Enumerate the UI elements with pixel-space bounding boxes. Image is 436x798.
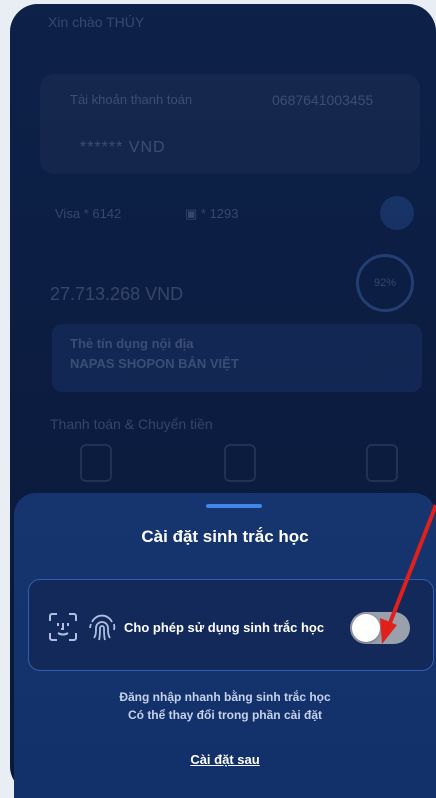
biometric-option-label: Cho phép sử dụng sinh trắc học bbox=[124, 620, 325, 635]
card-visa: Visa * 6142 bbox=[55, 206, 122, 221]
amount-text: 27.713.268 VND bbox=[50, 284, 184, 304]
face-id-icon bbox=[49, 613, 77, 641]
account-label: Tài khoản thanh toán bbox=[70, 92, 193, 107]
card-secondary: ▣ * 1293 bbox=[185, 206, 239, 221]
setup-later-link[interactable]: Cài đặt sau bbox=[14, 752, 436, 767]
sheet-title: Cài đặt sinh trắc học bbox=[141, 527, 309, 546]
biometric-toggle[interactable] bbox=[350, 612, 410, 644]
toggle-knob[interactable] bbox=[352, 614, 380, 642]
description-line-2: Có thể thay đổi trong phần cài đặt bbox=[127, 708, 322, 722]
quick-action-icon bbox=[366, 444, 398, 482]
sheet-drag-handle[interactable] bbox=[206, 504, 262, 508]
description-line-1: Đăng nhập nhanh bằng sinh trắc học bbox=[119, 690, 331, 704]
account-balance: ****** VND bbox=[80, 139, 166, 156]
promo-line-2: NAPAS SHOPON BẢN VIỆT bbox=[70, 356, 239, 371]
progress-ring: 92% bbox=[356, 254, 414, 312]
quick-action-icon bbox=[80, 444, 112, 482]
progress-text: 92% bbox=[373, 277, 397, 289]
promo-line-1: Thẻ tín dụng nội địa bbox=[70, 336, 194, 351]
greeting-text: Xin chào THÚY bbox=[48, 14, 145, 30]
fingerprint-icon bbox=[89, 614, 116, 641]
quick-action-icon bbox=[224, 444, 256, 482]
card-action-circle bbox=[380, 196, 414, 230]
account-number: 0687641003455 bbox=[272, 92, 374, 108]
account-card bbox=[40, 74, 420, 174]
section-title: Thanh toán & Chuyển tiền bbox=[50, 416, 213, 432]
